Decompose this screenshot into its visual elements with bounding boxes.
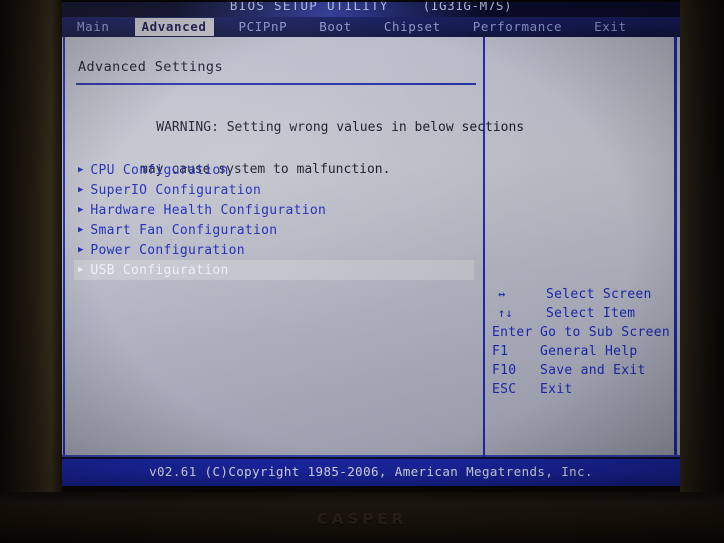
monitor-brand-logo: CASPER (316, 510, 408, 528)
key-name-label: F10 (492, 363, 517, 378)
key-action-label: Select Screen (546, 287, 652, 302)
submenu-item-label: Smart Fan Configuration (90, 222, 278, 238)
panel-border-left (63, 37, 65, 457)
key-legend-row: ESC Exit (492, 382, 672, 401)
key-name-label: ESC (492, 382, 517, 397)
submenu-arrow-icon: ▶ (78, 225, 84, 235)
key-name-label: F1 (492, 344, 509, 359)
submenu-item-smart-fan-configuration[interactable]: ▶ Smart Fan Configuration (74, 220, 474, 240)
submenu-item-power-configuration[interactable]: ▶ Power Configuration (74, 240, 474, 260)
monitor-bezel-left (0, 0, 62, 543)
page-title-rule (76, 83, 476, 85)
arrow-keys-icon: ↑↓ (498, 306, 514, 320)
key-action-label: General Help (540, 344, 638, 359)
submenu-list: ▶ CPU Configuration ▶ SuperIO Configuration… (74, 160, 474, 280)
submenu-arrow-icon: ▶ (78, 265, 84, 275)
settings-pane: Advanced Settings WARNING: Setting wrong… (70, 37, 524, 457)
menu-tab-list: Main Advanced PCIPnP Boot Chipset Performance… (70, 17, 652, 37)
screen-bottom-edge (62, 486, 680, 492)
menu-tab-chipset[interactable]: Chipset (377, 18, 448, 36)
menu-tab-main[interactable]: Main (70, 18, 117, 36)
submenu-item-hardware-health-configuration[interactable]: ▶ Hardware Health Configuration (74, 200, 474, 220)
menu-tab-advanced[interactable]: Advanced (134, 18, 214, 36)
bios-title-label: BIOS SETUP UTILITY (229, 2, 389, 13)
key-action-label: Select Item (546, 306, 636, 321)
arrow-keys-icon: ↔ (498, 287, 506, 301)
copyright-text: v02.61 (C)Copyright 1985-2006, American … (149, 464, 593, 479)
menu-tab-exit[interactable]: Exit (587, 18, 634, 36)
key-legend-row: ↔ Select Screen (492, 287, 672, 306)
menu-tab-boot[interactable]: Boot (312, 18, 359, 36)
submenu-item-usb-configuration[interactable]: ▶ USB Configuration (74, 260, 474, 280)
help-pane: ↔ Select Screen ↑↓ Select Item Enter Go to Su… (486, 37, 674, 457)
key-action-label: Go to Sub Screen (540, 325, 671, 340)
submenu-item-label: USB Configuration (90, 262, 229, 278)
key-legend-row: Enter Go to Sub Screen (492, 325, 672, 344)
panel-border-right (674, 37, 677, 457)
submenu-arrow-icon: ▶ (78, 185, 84, 195)
submenu-item-label: CPU Configuration (90, 162, 229, 178)
submenu-item-label: Hardware Health Configuration (90, 202, 327, 218)
submenu-item-label: Power Configuration (90, 242, 245, 258)
monitor-bezel-right (680, 0, 724, 543)
photo-of-monitor: CASPER BIOS SETUP UTILITY (IG31G-M7S) Mai… (0, 0, 724, 543)
bios-content-panel: Advanced Settings WARNING: Setting wrong… (62, 37, 680, 457)
submenu-item-superio-configuration[interactable]: ▶ SuperIO Configuration (74, 180, 474, 200)
bios-title-bar: BIOS SETUP UTILITY (IG31G-M7S) (62, 2, 680, 17)
key-action-label: Save and Exit (540, 363, 646, 378)
key-name-label: Enter (492, 325, 533, 340)
menu-tab-pcipnp[interactable]: PCIPnP (232, 18, 295, 36)
key-legend-row: F10 Save and Exit (492, 363, 672, 382)
key-action-label: Exit (540, 382, 573, 397)
menu-tab-performance[interactable]: Performance (466, 18, 569, 36)
bios-menu-bar: Main Advanced PCIPnP Boot Chipset Performance… (62, 17, 680, 37)
key-legend-row: ↑↓ Select Item (492, 306, 672, 325)
submenu-item-label: SuperIO Configuration (90, 182, 262, 198)
key-legend: ↔ Select Screen ↑↓ Select Item Enter Go to Su… (492, 287, 672, 401)
submenu-item-cpu-configuration[interactable]: ▶ CPU Configuration (74, 160, 474, 180)
bios-screen: BIOS SETUP UTILITY (IG31G-M7S) Main Advanc… (62, 2, 680, 492)
bios-footer-bar: v02.61 (C)Copyright 1985-2006, American … (62, 459, 680, 486)
bios-model-label: (IG31G-M7S) (422, 2, 513, 13)
submenu-arrow-icon: ▶ (78, 205, 84, 215)
submenu-arrow-icon: ▶ (78, 165, 84, 175)
warning-line-1: WARNING: Setting wrong values in below s… (156, 120, 525, 135)
submenu-arrow-icon: ▶ (78, 245, 84, 255)
key-legend-row: F1 General Help (492, 344, 672, 363)
bios-title-text: BIOS SETUP UTILITY (IG31G-M7S) (62, 2, 680, 13)
page-title: Advanced Settings (78, 59, 223, 75)
